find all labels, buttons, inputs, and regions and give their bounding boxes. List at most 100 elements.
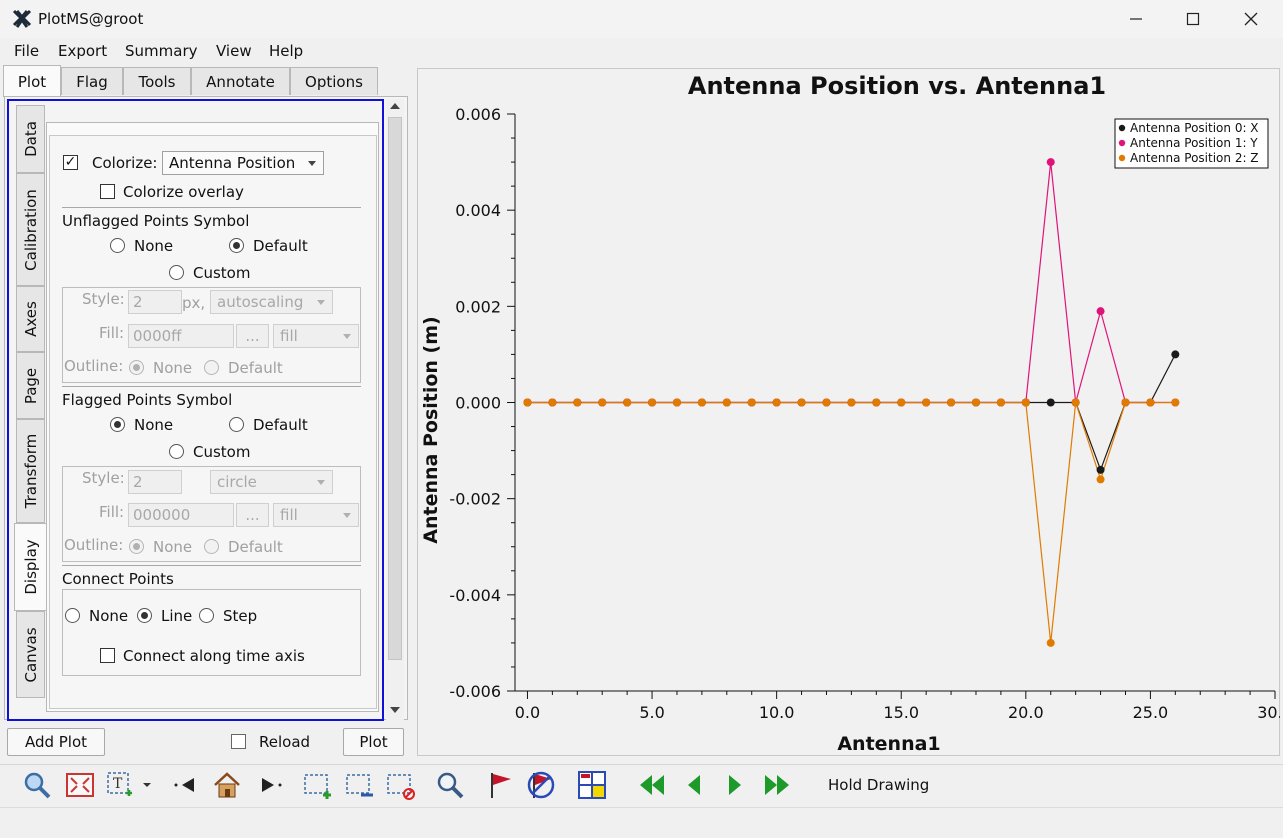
hold-drawing-label[interactable]: Hold Drawing xyxy=(828,776,929,794)
connect-line-radio[interactable] xyxy=(137,608,152,623)
select-region-clear-icon[interactable] xyxy=(384,769,416,801)
data-point-series-2 xyxy=(548,398,557,407)
connect-none-radio[interactable] xyxy=(65,608,80,623)
flag-icon[interactable] xyxy=(485,769,517,801)
tab-annotate[interactable]: Annotate xyxy=(191,67,290,95)
divider xyxy=(62,207,361,208)
connect-time-checkbox[interactable] xyxy=(100,648,115,663)
connect-step-radio[interactable] xyxy=(199,608,214,623)
side-tab-data[interactable]: Data xyxy=(16,105,45,173)
tab-plot[interactable]: Plot xyxy=(3,65,61,97)
colorize-overlay-checkbox[interactable] xyxy=(100,184,115,199)
flagged-default-radio[interactable] xyxy=(229,417,244,432)
y-tick-label: 0.000 xyxy=(455,394,501,413)
data-point-series-2 xyxy=(1046,638,1055,647)
scroll-thumb[interactable] xyxy=(388,117,402,660)
side-tab-page[interactable]: Page xyxy=(16,352,45,419)
unflagged-default-radio[interactable] xyxy=(229,238,244,253)
colorize-select[interactable]: Antenna Position xyxy=(162,151,324,175)
reload-checkbox[interactable] xyxy=(231,734,246,749)
unflagged-size-value: 2 xyxy=(133,293,143,311)
data-point-series-0 xyxy=(1171,350,1180,359)
scroll-down-icon[interactable] xyxy=(390,707,400,713)
last-icon[interactable] xyxy=(761,769,793,801)
maximize-icon[interactable] xyxy=(1182,8,1204,30)
plot-button[interactable]: Plot xyxy=(343,728,404,756)
unflagged-custom-radio[interactable] xyxy=(169,265,184,280)
minimize-icon[interactable] xyxy=(1125,8,1147,30)
unflagged-color-picker-button[interactable]: ... xyxy=(236,324,269,348)
data-point-series-2 xyxy=(648,398,657,407)
unflagged-fill-color-field[interactable]: 0000ff xyxy=(128,324,234,348)
side-tab-axes[interactable]: Axes xyxy=(16,286,45,352)
unflagged-fill-label: Fill: xyxy=(99,324,125,342)
unflagged-outline-label: Outline: xyxy=(64,357,124,375)
flagged-fill-label: Fill: xyxy=(99,503,125,521)
unflagged-outline-default-radio[interactable] xyxy=(204,360,219,375)
legend-label: Antenna Position 0: X xyxy=(1130,121,1259,135)
close-icon[interactable] xyxy=(1240,8,1262,30)
add-plot-button[interactable]: Add Plot xyxy=(7,728,105,756)
menu-view[interactable]: View xyxy=(216,42,252,60)
side-tab-calibration[interactable]: Calibration xyxy=(16,173,45,286)
select-region-add-icon[interactable] xyxy=(301,769,333,801)
side-tab-canvas[interactable]: Canvas xyxy=(16,611,45,698)
unflagged-style-select[interactable]: autoscaling xyxy=(210,290,333,314)
previous-icon[interactable] xyxy=(170,769,202,801)
side-tab-display[interactable]: Display xyxy=(14,523,47,611)
unflagged-fill-mode-value: fill xyxy=(280,327,298,345)
menu-export[interactable]: Export xyxy=(58,42,107,60)
tab-options[interactable]: Options xyxy=(290,67,378,95)
unflagged-fill-mode-select[interactable]: fill xyxy=(273,324,359,348)
flagged-color-picker-button[interactable]: ... xyxy=(236,503,269,527)
x-tick-label: 20.0 xyxy=(1008,703,1044,722)
x-tick-label: 30.0 xyxy=(1257,703,1280,722)
first-icon[interactable] xyxy=(636,769,668,801)
home-icon[interactable] xyxy=(211,769,243,801)
select-region-subtract-icon[interactable] xyxy=(343,769,375,801)
y-tick-label: 0.002 xyxy=(455,297,501,316)
unflagged-fill-color-value: 0000ff xyxy=(133,327,182,345)
flagged-custom-label: Custom xyxy=(193,443,251,461)
side-tab-transform[interactable]: Transform xyxy=(16,419,45,523)
zoom-icon[interactable] xyxy=(21,769,53,801)
data-point-series-2 xyxy=(747,398,756,407)
flagged-outline-none-radio[interactable] xyxy=(129,539,144,554)
side-tab-data-label: Data xyxy=(21,121,40,157)
inspect-icon[interactable] xyxy=(434,769,466,801)
chevron-down-icon[interactable] xyxy=(140,769,154,801)
scroll-up-icon[interactable] xyxy=(390,103,400,109)
menu-file[interactable]: File xyxy=(14,42,39,60)
colorize-checkbox[interactable]: ✓ xyxy=(63,155,78,170)
flagged-style-select[interactable]: circle xyxy=(210,470,333,494)
unflagged-none-radio[interactable] xyxy=(110,238,125,253)
tab-flag[interactable]: Flag xyxy=(61,67,123,95)
next-green-icon[interactable] xyxy=(719,769,751,801)
tab-tools[interactable]: Tools xyxy=(123,67,191,95)
chart-y-axis-label: Antenna Position (m) xyxy=(420,316,442,543)
prev-icon[interactable] xyxy=(678,769,710,801)
unflagged-size-spinbox[interactable]: 2 xyxy=(128,290,182,314)
data-point-series-0 xyxy=(1046,398,1055,407)
colorize-value: Antenna Position xyxy=(169,154,296,172)
chart-x-axis-label: Antenna1 xyxy=(837,733,940,755)
next-icon[interactable] xyxy=(254,769,286,801)
iterate-grid-icon[interactable] xyxy=(576,769,608,801)
flagged-none-radio[interactable] xyxy=(110,417,125,432)
flagged-fill-mode-select[interactable]: fill xyxy=(273,503,359,527)
unflag-icon[interactable] xyxy=(525,769,557,801)
flagged-default-label: Default xyxy=(253,416,308,434)
flagged-size-spinbox[interactable]: 2 xyxy=(128,470,182,494)
zoom-fit-icon[interactable] xyxy=(64,769,96,801)
annotate-text-icon[interactable]: T xyxy=(104,769,136,801)
menu-help[interactable]: Help xyxy=(269,42,303,60)
flagged-custom-radio[interactable] xyxy=(169,444,184,459)
flagged-fill-color-field[interactable]: 000000 xyxy=(128,503,234,527)
series-line-2 xyxy=(527,401,1176,643)
unflagged-outline-none-radio[interactable] xyxy=(129,360,144,375)
data-point-series-1 xyxy=(1096,307,1105,316)
menu-summary[interactable]: Summary xyxy=(125,42,198,60)
data-point-series-2 xyxy=(1071,398,1080,407)
x-tick-label: 25.0 xyxy=(1133,703,1169,722)
flagged-outline-default-radio[interactable] xyxy=(204,539,219,554)
